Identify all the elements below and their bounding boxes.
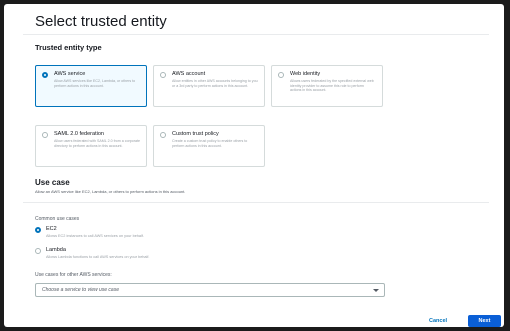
radio-lambda[interactable] (35, 248, 41, 254)
tile-description: Create a custom trust policy to enable o… (172, 139, 248, 148)
tile-title: SAML 2.0 federation (54, 131, 104, 137)
divider (23, 202, 489, 203)
service-select[interactable]: Choose a service to view use case (35, 283, 385, 297)
use-case-ec2[interactable]: EC2 Allows EC2 instances to call AWS ser… (35, 226, 335, 240)
use-case-title: EC2 (46, 226, 57, 232)
page-title: Select trusted entity (35, 13, 167, 30)
tile-description: Allow AWS services like EC2, Lambda, or … (54, 79, 136, 88)
tile-description: Allow entities in other AWS accounts bel… (172, 79, 258, 88)
use-case-title: Lambda (46, 247, 66, 253)
tile-saml-federation[interactable]: SAML 2.0 federation Allow users federate… (35, 125, 147, 167)
common-use-cases-label: Common use cases (35, 216, 80, 222)
radio-aws-service[interactable] (42, 72, 48, 78)
caret-down-icon (373, 289, 379, 292)
role-wizard-page: Select trusted entity Trusted entity typ… (4, 4, 504, 327)
tile-web-identity[interactable]: Web identity Allows users federated by t… (271, 65, 383, 107)
radio-ec2[interactable] (35, 227, 41, 233)
use-case-lambda[interactable]: Lambda Allows Lambda functions to call A… (35, 247, 335, 261)
tile-description: Allow users federated with SAML 2.0 from… (54, 139, 140, 148)
tile-description: Allows users federated by the specified … (290, 79, 374, 93)
tile-aws-account[interactable]: AWS account Allow entities in other AWS … (153, 65, 265, 107)
trusted-entity-heading: Trusted entity type (35, 43, 102, 52)
cancel-button[interactable]: Cancel (429, 318, 447, 324)
other-services-label: Use cases for other AWS services: (35, 272, 112, 278)
radio-saml-federation[interactable] (42, 132, 48, 138)
tile-title: AWS account (172, 71, 206, 77)
radio-web-identity[interactable] (278, 72, 284, 78)
service-select-placeholder: Choose a service to view use case (42, 287, 119, 293)
use-case-description: Allows EC2 instances to call AWS service… (46, 234, 144, 238)
trusted-entity-panel: Trusted entity type AWS service Allow AW… (23, 34, 489, 175)
radio-aws-account[interactable] (160, 72, 166, 78)
use-case-subtitle: Allow an AWS service like EC2, Lambda, o… (35, 189, 186, 194)
next-button[interactable]: Next (468, 315, 501, 327)
tile-aws-service[interactable]: AWS service Allow AWS services like EC2,… (35, 65, 147, 107)
tile-custom-trust-policy[interactable]: Custom trust policy Create a custom trus… (153, 125, 265, 167)
tile-title: AWS service (54, 71, 86, 77)
tile-title: Custom trust policy (172, 131, 219, 137)
radio-custom-trust-policy[interactable] (160, 132, 166, 138)
tile-title: Web identity (290, 71, 321, 77)
use-case-description: Allows Lambda functions to call AWS serv… (46, 255, 150, 259)
use-case-heading: Use case (35, 178, 70, 187)
